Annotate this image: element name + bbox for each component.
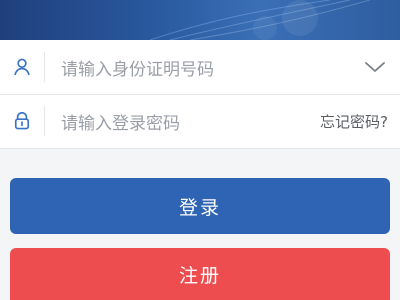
- lock-icon-svg: [14, 111, 30, 130]
- id-number-input[interactable]: 请输入身份证明号码: [45, 55, 330, 80]
- forgot-password-link[interactable]: 忘记密码?: [320, 94, 388, 148]
- lock-icon: [0, 94, 44, 148]
- id-input-row[interactable]: 请输入身份证明号码: [0, 40, 400, 95]
- header-banner: [0, 0, 400, 40]
- user-icon-svg: [14, 58, 30, 76]
- register-button[interactable]: 注册: [10, 248, 390, 300]
- chevron-down-icon[interactable]: [364, 61, 386, 73]
- id-type-dropdown[interactable]: [330, 40, 400, 94]
- login-button[interactable]: 登录: [10, 178, 390, 234]
- user-icon: [0, 40, 44, 94]
- banner-art: [149, 0, 371, 40]
- login-form: 请输入身份证明号码 请输入登录密码 忘记密码?: [0, 40, 400, 149]
- password-input-row[interactable]: 请输入登录密码 忘记密码?: [0, 94, 400, 149]
